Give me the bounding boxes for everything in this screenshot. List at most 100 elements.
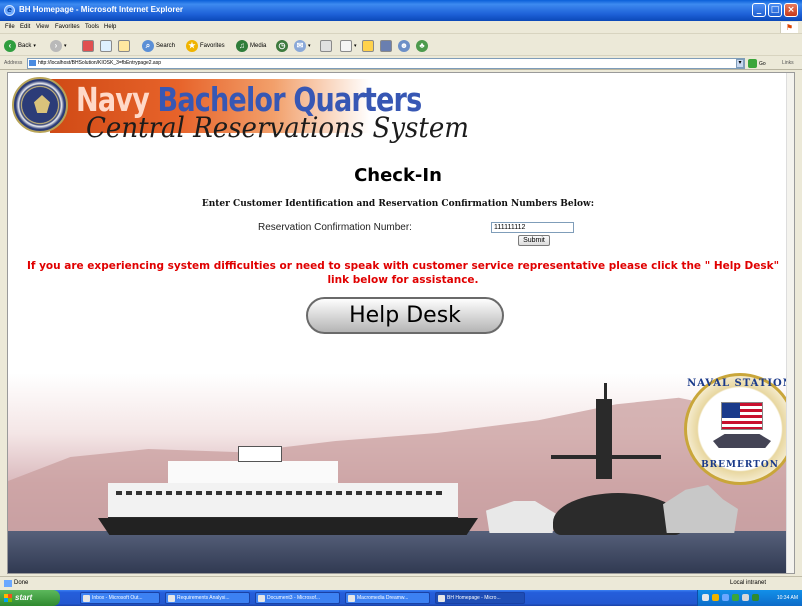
help-desk-button[interactable]: Help Desk bbox=[306, 297, 504, 334]
research-button[interactable] bbox=[380, 38, 392, 53]
menu-bar: File Edit View Favorites Tools Help ⚑ bbox=[0, 21, 802, 34]
folder-button[interactable] bbox=[362, 38, 374, 53]
favorites-button[interactable]: ★ Favorites bbox=[186, 38, 225, 53]
tray-icon-5[interactable] bbox=[742, 594, 749, 601]
messenger-icon: ☻ bbox=[398, 39, 410, 52]
forward-arrow-icon: › bbox=[50, 39, 62, 52]
close-button[interactable]: × bbox=[784, 3, 798, 17]
links-button[interactable]: Links bbox=[782, 60, 794, 66]
media-button[interactable]: ♫ Media bbox=[236, 38, 266, 53]
print-icon bbox=[320, 39, 332, 52]
assistance-warning: If you are experiencing system difficult… bbox=[26, 260, 780, 286]
menu-tools[interactable]: Tools bbox=[85, 24, 99, 30]
back-label: Back bbox=[18, 42, 32, 49]
standard-toolbar: ‹ Back ▾ › ▾ ⌕ Search ★ Favorites ♫ Medi… bbox=[0, 35, 802, 56]
submit-button[interactable]: Submit bbox=[518, 235, 550, 246]
research-icon bbox=[380, 39, 392, 52]
media-label: Media bbox=[250, 42, 267, 49]
forward-button[interactable]: › ▾ bbox=[50, 38, 67, 53]
ferry-hull bbox=[98, 518, 478, 535]
ferry-bridge bbox=[238, 446, 282, 462]
ferry-upper-deck bbox=[168, 461, 338, 485]
search-button[interactable]: ⌕ Search bbox=[142, 38, 175, 53]
naval-station-seal: NAVAL STATION BREMERTON bbox=[684, 373, 794, 485]
water bbox=[8, 531, 788, 573]
history-button[interactable]: ◷ bbox=[276, 38, 288, 53]
vertical-scrollbar[interactable] bbox=[786, 73, 794, 573]
menu-help[interactable]: Help bbox=[104, 24, 116, 30]
seal-top-text: NAVAL STATION bbox=[687, 378, 793, 389]
home-button[interactable] bbox=[118, 38, 130, 53]
task-inbox[interactable]: Inbox - Microsoft Out... bbox=[80, 592, 160, 604]
messenger-button[interactable]: ☻ bbox=[398, 38, 410, 53]
folder-icon bbox=[362, 39, 374, 52]
refresh-button[interactable] bbox=[100, 38, 112, 53]
ferry-body bbox=[108, 483, 458, 520]
eagle-icon bbox=[34, 95, 50, 113]
submarine-sail bbox=[596, 399, 612, 479]
task-bh-homepage[interactable]: BH Homepage - Micro... bbox=[435, 592, 525, 604]
submarine-planes bbox=[551, 455, 661, 459]
windows-flag-icon: ⚑ bbox=[780, 22, 798, 33]
system-tray: 10:34 AM bbox=[697, 590, 802, 606]
home-icon bbox=[118, 39, 130, 52]
ie-window: e BH Homepage - Microsoft Internet Explo… bbox=[0, 0, 802, 606]
page-title: Check-In bbox=[354, 165, 442, 186]
reservation-number-input[interactable]: 111111112 bbox=[491, 222, 574, 233]
clock[interactable]: 10:34 AM bbox=[777, 595, 798, 601]
go-label: Go bbox=[759, 61, 766, 67]
tray-icon-6[interactable] bbox=[752, 594, 759, 601]
search-label: Search bbox=[156, 42, 176, 49]
task-dreamweaver[interactable]: Macromedia Dreamw... bbox=[345, 592, 430, 604]
status-text: Done bbox=[14, 580, 29, 586]
address-dropdown-button[interactable]: ▾ bbox=[736, 59, 744, 68]
start-button[interactable]: start bbox=[0, 590, 60, 606]
tray-icon-3[interactable] bbox=[722, 594, 729, 601]
ship-icon bbox=[713, 434, 771, 448]
address-input[interactable]: http://localhost/BHSolution/KIOSK_3=fbEn… bbox=[27, 58, 745, 69]
menu-edit[interactable]: Edit bbox=[20, 24, 30, 30]
security-zone: Local intranet bbox=[730, 580, 767, 586]
media-icon: ♫ bbox=[236, 39, 248, 52]
menu-view[interactable]: View bbox=[36, 24, 49, 30]
back-button[interactable]: ‹ Back ▾ bbox=[4, 38, 36, 53]
page-icon bbox=[29, 60, 36, 66]
history-icon: ◷ bbox=[276, 39, 288, 52]
favorites-label: Favorites bbox=[200, 42, 225, 49]
tray-icon-4[interactable] bbox=[732, 594, 739, 601]
go-button[interactable]: Go bbox=[748, 59, 772, 69]
mail-button[interactable]: ✉ ▾ bbox=[294, 38, 311, 53]
minimize-button[interactable]: _ bbox=[752, 3, 766, 17]
status-bar: Done Local intranet bbox=[0, 576, 802, 589]
mail-icon: ✉ bbox=[294, 39, 306, 52]
address-label: Address bbox=[4, 60, 23, 66]
ie-icon: e bbox=[4, 5, 15, 16]
edit-icon bbox=[340, 39, 352, 52]
discuss-icon: ♣ bbox=[416, 39, 428, 52]
search-icon: ⌕ bbox=[142, 39, 154, 52]
title-bar: e BH Homepage - Microsoft Internet Explo… bbox=[0, 0, 802, 21]
stop-icon bbox=[82, 39, 94, 52]
print-button[interactable] bbox=[320, 38, 332, 53]
menu-file[interactable]: File bbox=[5, 24, 15, 30]
star-icon: ★ bbox=[186, 39, 198, 52]
go-arrow-icon bbox=[748, 59, 757, 69]
stop-button[interactable] bbox=[82, 38, 94, 53]
instructions-text: Enter Customer Identification and Reserv… bbox=[201, 199, 595, 209]
discuss-button[interactable]: ♣ bbox=[416, 38, 428, 53]
menu-favorites[interactable]: Favorites bbox=[55, 24, 80, 30]
page-viewport: Navy Bachelor Quarters Central Reservati… bbox=[7, 72, 795, 574]
tray-icon-1[interactable] bbox=[702, 594, 709, 601]
navy-seal-logo bbox=[12, 77, 68, 133]
refresh-icon bbox=[100, 39, 112, 52]
task-document3[interactable]: Document3 - Microsof... bbox=[255, 592, 340, 604]
edit-button[interactable]: ▾ bbox=[340, 38, 357, 53]
tray-icon-2[interactable] bbox=[712, 594, 719, 601]
ferry-windows bbox=[116, 491, 446, 495]
page-done-icon bbox=[4, 580, 12, 587]
maximize-button[interactable]: □ bbox=[768, 3, 782, 17]
address-bar: Address http://localhost/BHSolution/KIOS… bbox=[0, 57, 802, 70]
window-title: BH Homepage - Microsoft Internet Explore… bbox=[19, 5, 184, 14]
us-flag-icon bbox=[721, 402, 763, 430]
task-requirements[interactable]: Requirements Analysi... bbox=[165, 592, 250, 604]
